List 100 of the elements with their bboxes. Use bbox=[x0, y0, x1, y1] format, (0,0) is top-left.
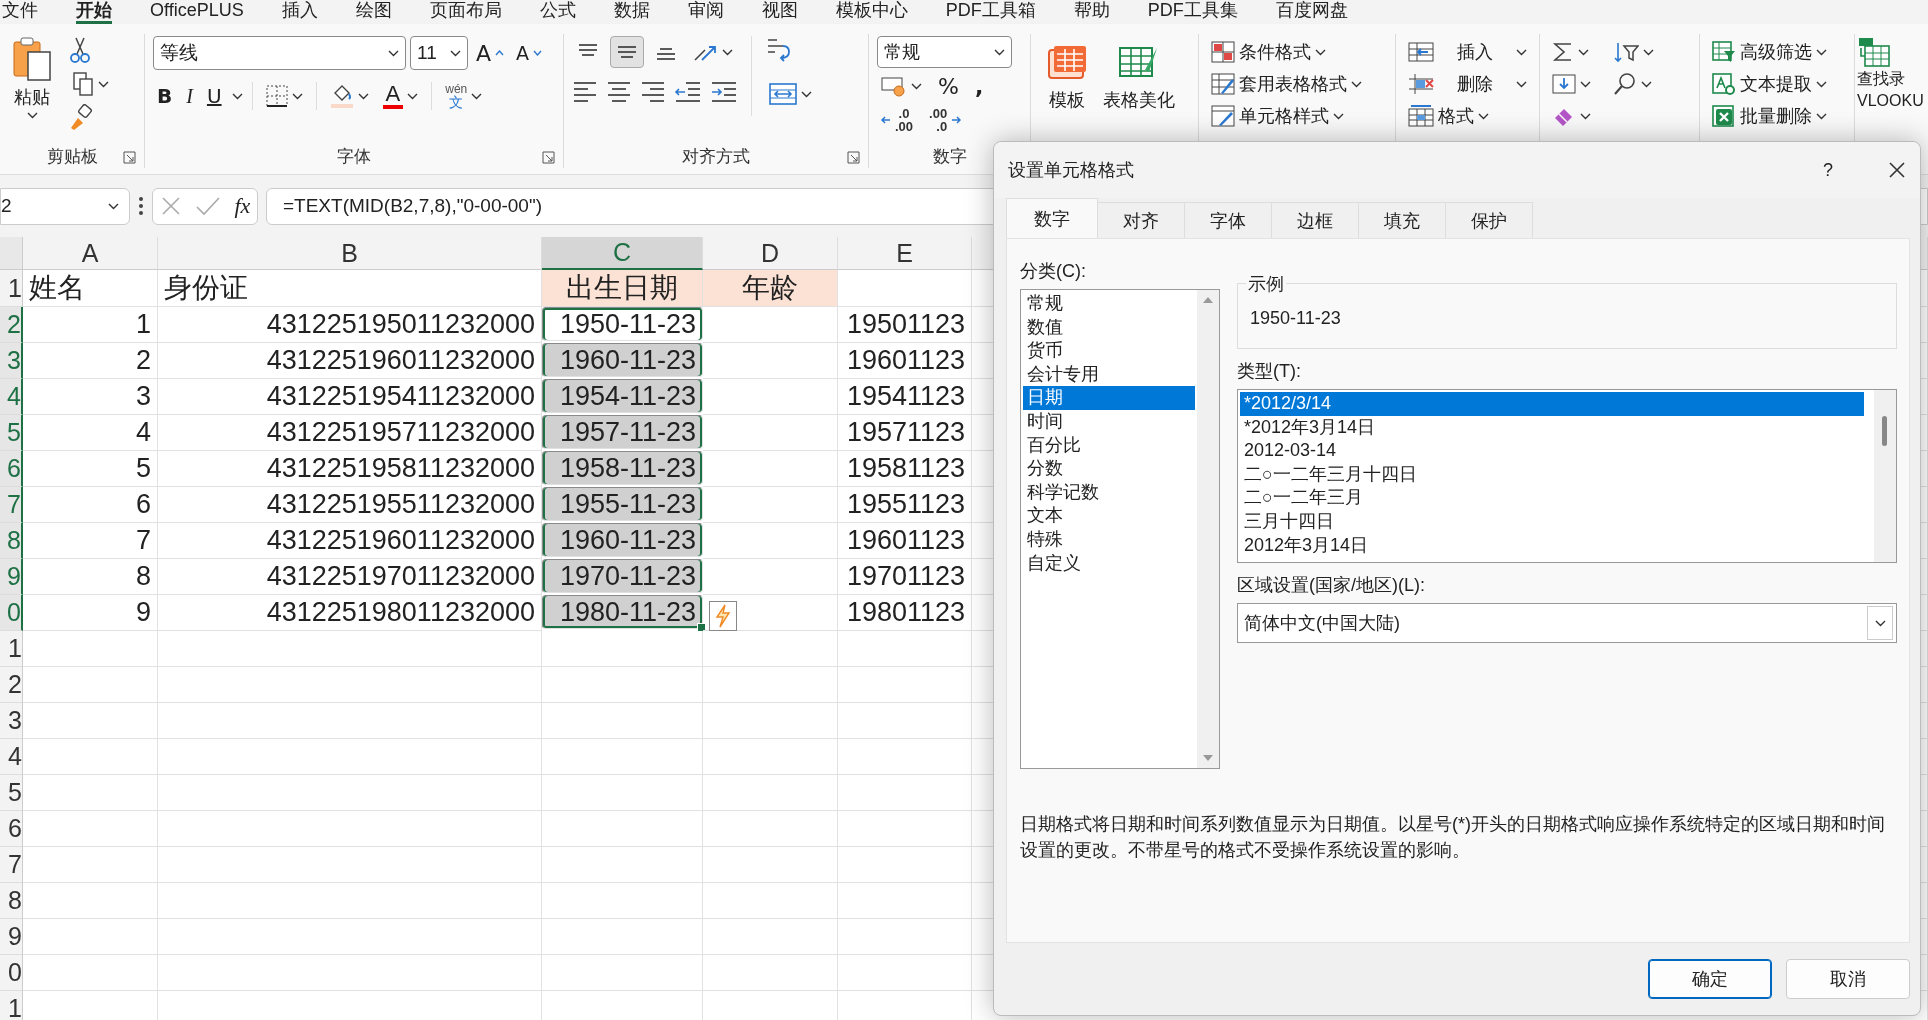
sheet-cell[interactable] bbox=[542, 703, 703, 739]
sheet-cell[interactable] bbox=[23, 811, 158, 847]
row-header[interactable]: 9 bbox=[0, 559, 23, 595]
row-header[interactable]: 2 bbox=[0, 667, 23, 703]
column-header[interactable]: A bbox=[23, 237, 158, 270]
type-item[interactable]: *2012/3/14 bbox=[1240, 392, 1864, 416]
sheet-cell[interactable]: 3 bbox=[23, 379, 158, 415]
column-header[interactable]: D bbox=[703, 237, 838, 270]
sheet-cell[interactable]: 1955-11-23 bbox=[542, 487, 703, 521]
sheet-cell[interactable] bbox=[542, 811, 703, 847]
sheet-cell[interactable] bbox=[838, 703, 972, 739]
sheet-cell[interactable] bbox=[23, 883, 158, 919]
sheet-cell[interactable]: 19541123 bbox=[838, 379, 972, 415]
sheet-cell[interactable] bbox=[158, 847, 542, 883]
column-header[interactable]: B bbox=[158, 237, 542, 270]
ribbon-button[interactable]: 格式 bbox=[1404, 100, 1493, 132]
sheet-cell[interactable]: 19501123 bbox=[838, 307, 972, 343]
category-item[interactable]: 自定义 bbox=[1023, 551, 1195, 576]
row-header[interactable]: 8 bbox=[0, 523, 23, 559]
dialog-button[interactable]: 取消 bbox=[1786, 959, 1910, 999]
sheet-cell[interactable]: 出生日期 bbox=[542, 270, 703, 307]
sheet-cell[interactable] bbox=[703, 919, 838, 955]
category-item[interactable]: 文本 bbox=[1023, 504, 1195, 528]
category-item[interactable]: 日期 bbox=[1023, 386, 1195, 410]
format-button[interactable]: U bbox=[202, 80, 226, 112]
scrollbar[interactable] bbox=[1874, 390, 1896, 562]
sheet-cell[interactable] bbox=[703, 883, 838, 919]
sheet-cell[interactable] bbox=[703, 451, 838, 487]
name-box[interactable]: 2 bbox=[0, 187, 130, 225]
ribbon-tab[interactable]: 帮助 bbox=[1073, 0, 1110, 21]
sheet-cell[interactable]: 7 bbox=[23, 523, 158, 559]
sheet-cell[interactable] bbox=[838, 919, 972, 955]
ribbon-button[interactable]: 插入 bbox=[1404, 36, 1531, 68]
sheet-cell[interactable]: 431225195511232000 bbox=[158, 487, 542, 523]
row-header[interactable]: 3 bbox=[0, 343, 23, 379]
sheet-cell[interactable]: 8 bbox=[23, 559, 158, 595]
column-header[interactable]: C bbox=[542, 237, 703, 270]
type-list[interactable]: *2012/3/14 *2012年3月14日 2012-03-14 二○一二年三月十四日 二○一二年三月 三月十四日 2012年3月14日 bbox=[1237, 389, 1897, 563]
sheet-cell[interactable] bbox=[542, 775, 703, 811]
ribbon-tab[interactable]: 绘图 bbox=[355, 0, 392, 21]
row-header[interactable]: 7 bbox=[0, 847, 23, 883]
sheet-cell[interactable] bbox=[542, 883, 703, 919]
ribbon-button[interactable]: 条件格式 bbox=[1207, 36, 1330, 68]
ribbon-button[interactable]: 单元格样式 bbox=[1207, 100, 1348, 132]
sheet-cell[interactable]: 1960-11-23 bbox=[542, 343, 703, 377]
row-header[interactable]: 6 bbox=[0, 811, 23, 847]
dialog-launcher-icon[interactable] bbox=[542, 151, 555, 164]
sheet-cell[interactable] bbox=[703, 415, 838, 451]
align-center-icon[interactable] bbox=[606, 80, 632, 102]
sheet-cell[interactable]: 6 bbox=[23, 487, 158, 523]
scissors-icon[interactable] bbox=[68, 36, 92, 64]
font-size-select[interactable]: 11 bbox=[410, 36, 468, 70]
sheet-cell[interactable] bbox=[703, 631, 838, 667]
dialog-tab[interactable]: 保护 bbox=[1445, 202, 1533, 238]
increase-indent-icon[interactable] bbox=[710, 80, 738, 102]
scroll-down-icon[interactable] bbox=[1202, 754, 1214, 762]
row-header[interactable]: 6 bbox=[0, 451, 23, 487]
paste-button[interactable]: 粘贴 bbox=[8, 36, 56, 119]
sheet-cell[interactable]: 431225195711232000 bbox=[158, 415, 542, 451]
font-name-select[interactable]: 等线 bbox=[153, 36, 406, 70]
sheet-cell[interactable]: 5 bbox=[23, 451, 158, 487]
fill-handle[interactable] bbox=[697, 623, 706, 632]
dialog-tab[interactable]: 数字 bbox=[1006, 198, 1098, 238]
row-header[interactable]: 1 bbox=[0, 991, 23, 1020]
type-item[interactable]: 2012年3月14日 bbox=[1240, 533, 1864, 558]
decrease-indent-icon[interactable] bbox=[674, 80, 702, 102]
format-button[interactable]: I bbox=[182, 80, 197, 112]
ribbon-tab[interactable]: PDF工具集 bbox=[1147, 0, 1238, 21]
number-format-select[interactable]: 常规 bbox=[877, 36, 1012, 68]
sheet-cell[interactable]: 9 bbox=[23, 595, 158, 631]
sheet-cell[interactable]: 年龄 bbox=[703, 270, 838, 307]
type-item[interactable]: *2012年3月14日 bbox=[1240, 415, 1864, 440]
sheet-cell[interactable]: 19581123 bbox=[838, 451, 972, 487]
format-button[interactable]: B bbox=[153, 80, 177, 112]
sheet-cell[interactable] bbox=[542, 631, 703, 667]
sheet-cell[interactable] bbox=[838, 667, 972, 703]
dialog-launcher-icon[interactable] bbox=[847, 151, 860, 164]
help-button[interactable]: ? bbox=[1808, 159, 1848, 181]
ribbon-tab[interactable]: 页面布局 bbox=[429, 0, 502, 21]
font-color-button[interactable]: A bbox=[378, 80, 423, 112]
sheet-cell[interactable]: 1950-11-23 bbox=[542, 307, 703, 341]
type-item[interactable]: 2012-03-14 bbox=[1240, 439, 1864, 463]
sheet-cell[interactable] bbox=[23, 703, 158, 739]
ribbon-tab[interactable]: PDF工具箱 bbox=[945, 0, 1036, 21]
sheet-cell[interactable]: 431225196011232000 bbox=[158, 343, 542, 379]
ribbon-tab[interactable]: OfficePLUS bbox=[150, 0, 244, 21]
row-header[interactable]: 8 bbox=[0, 883, 23, 919]
row-header[interactable]: 5 bbox=[0, 415, 23, 451]
sheet-cell[interactable] bbox=[23, 955, 158, 991]
category-item[interactable]: 分数 bbox=[1023, 457, 1195, 481]
sheet-cell[interactable]: 1958-11-23 bbox=[542, 451, 703, 485]
vertical-align-button[interactable] bbox=[610, 36, 644, 68]
sheet-cell[interactable] bbox=[158, 739, 542, 775]
sheet-cell[interactable] bbox=[703, 379, 838, 415]
sheet-cell[interactable] bbox=[838, 847, 972, 883]
sheet-cell[interactable] bbox=[838, 631, 972, 667]
ribbon-button[interactable]: 高级筛选 bbox=[1708, 36, 1831, 68]
sheet-cell[interactable]: 1 bbox=[23, 307, 158, 343]
percent-button[interactable]: % bbox=[934, 70, 963, 102]
sheet-cell[interactable] bbox=[703, 811, 838, 847]
